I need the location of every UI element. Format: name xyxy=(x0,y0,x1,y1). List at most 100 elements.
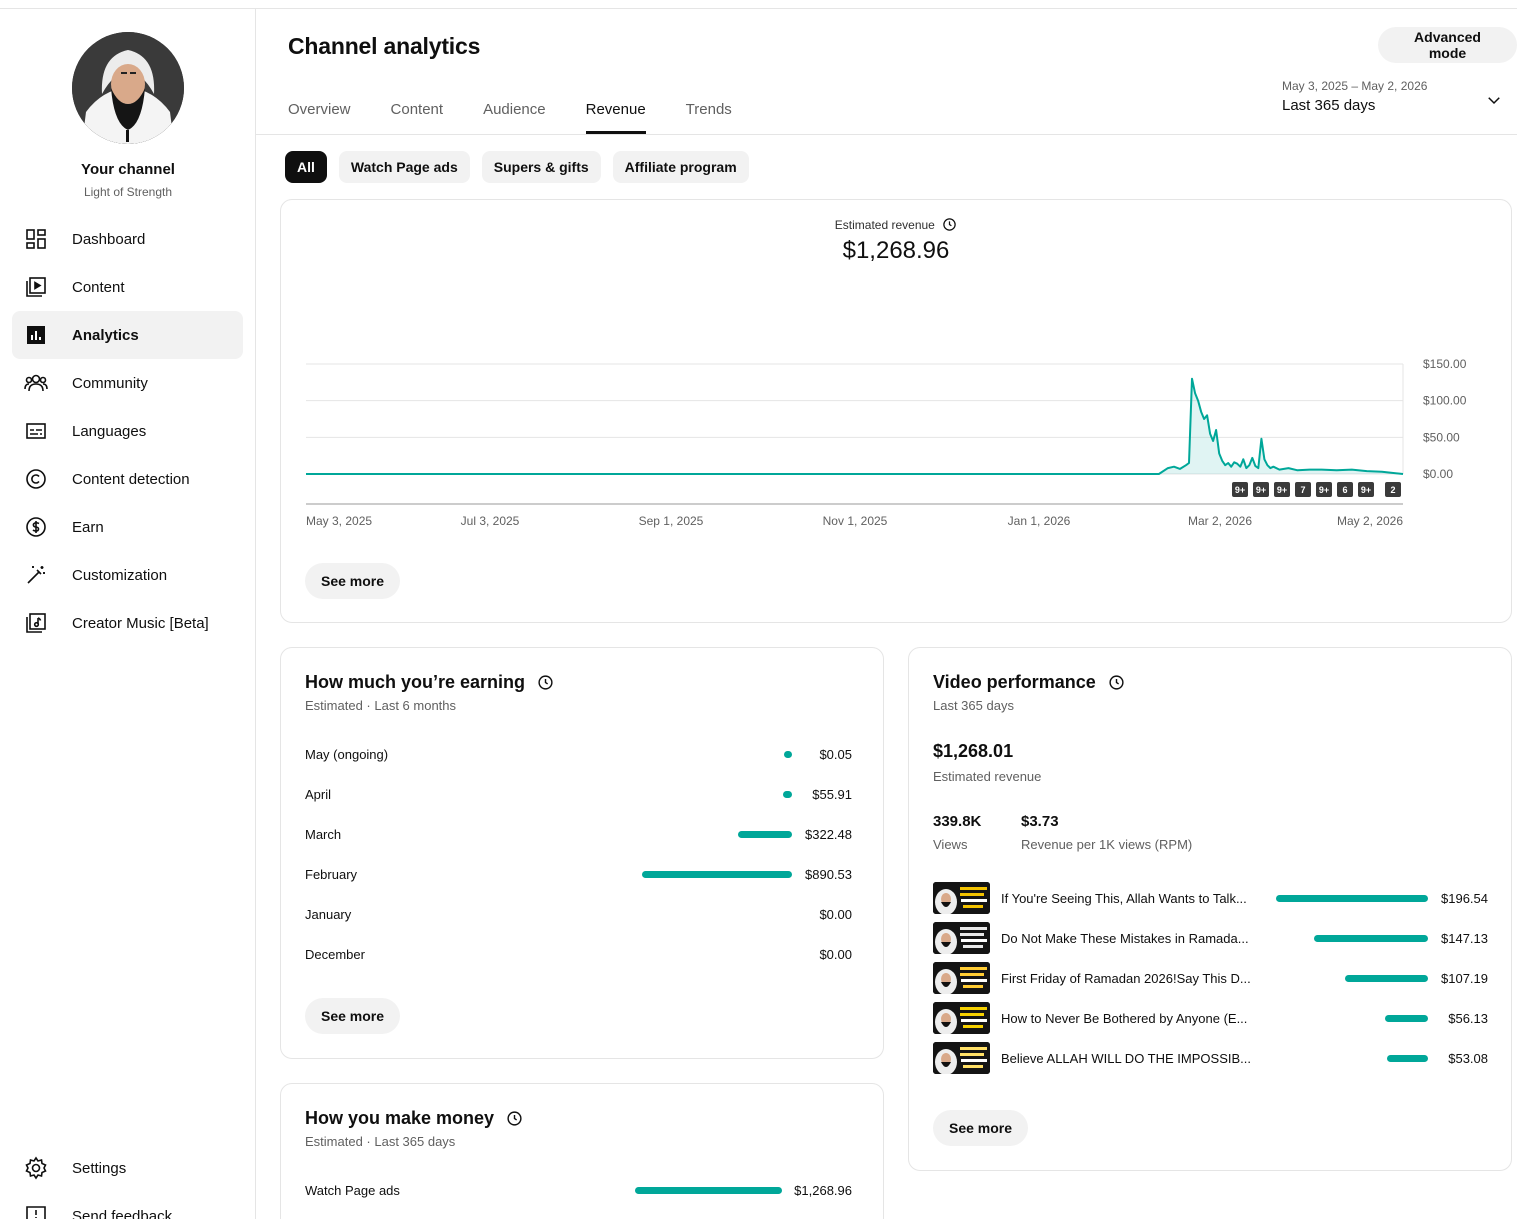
published-video-badge[interactable]: 9+ xyxy=(1232,482,1248,497)
chip-watch-page-ads[interactable]: Watch Page ads xyxy=(338,151,470,183)
video-revenue-bar xyxy=(1276,895,1428,902)
earning-row: December $0.00 xyxy=(305,944,852,964)
make-money-title-text: How you make money xyxy=(305,1108,495,1128)
sidebar-item-content-detection[interactable]: Content detection xyxy=(12,455,243,503)
dollar-icon xyxy=(12,515,60,539)
earning-row-label: February xyxy=(305,867,358,882)
tab-revenue[interactable]: Revenue xyxy=(585,92,646,134)
video-thumbnail[interactable] xyxy=(933,882,990,914)
chip-all[interactable]: All xyxy=(285,151,327,183)
sidebar-item-content[interactable]: Content xyxy=(12,263,243,311)
see-more-button[interactable]: See more xyxy=(305,563,401,599)
y-tick-label: $150.00 xyxy=(1423,357,1467,371)
video-thumbnail[interactable] xyxy=(933,1042,990,1074)
tab-trends[interactable]: Trends xyxy=(686,92,732,134)
sidebar-item-customization[interactable]: Customization xyxy=(12,551,243,599)
page-title: Channel analytics xyxy=(288,33,481,59)
sidebar-item-settings[interactable]: Settings xyxy=(12,1144,243,1192)
video-title[interactable]: First Friday of Ramadan 2026!Say This D.… xyxy=(1001,971,1251,986)
video-thumbnail[interactable] xyxy=(933,922,990,954)
music-icon xyxy=(12,611,60,635)
chevron-down-icon xyxy=(1485,91,1503,114)
published-video-badge[interactable]: 9+ xyxy=(1358,482,1374,497)
earning-bar xyxy=(783,791,792,798)
video-title[interactable]: Do Not Make These Mistakes in Ramada... xyxy=(1001,931,1251,946)
earning-bar xyxy=(738,831,792,838)
earning-row-value: $0.05 xyxy=(819,747,852,762)
video-thumbnail[interactable] xyxy=(933,1002,990,1034)
tab-content[interactable]: Content xyxy=(391,92,444,134)
languages-icon xyxy=(12,419,60,443)
published-video-badge[interactable]: 2 xyxy=(1385,482,1401,497)
video-row[interactable]: First Friday of Ramadan 2026!Say This D.… xyxy=(933,962,1488,994)
video-row[interactable]: If You're Seeing This, Allah Wants to Ta… xyxy=(933,882,1488,914)
advanced-mode-button[interactable]: Advanced mode xyxy=(1378,27,1517,63)
chip-affiliate-program[interactable]: Affiliate program xyxy=(612,151,749,183)
chip-supers-gifts[interactable]: Supers & gifts xyxy=(481,151,601,183)
sidebar-item-earn[interactable]: Earn xyxy=(12,503,243,551)
video-row[interactable]: Do Not Make These Mistakes in Ramada... $… xyxy=(933,922,1488,954)
revenue-line-chart[interactable]: $0.00 $50.00 $100.00 $150.00 9+ 9+ 9+ 7 9+ 6 9+ 2 Ma… xyxy=(281,200,1511,540)
earning-row: February $890.53 xyxy=(305,864,852,884)
sidebar-item-label: Content xyxy=(72,278,125,296)
earning-card: How much you’re earning Estimated · Last… xyxy=(280,647,884,1059)
rpm-label: Revenue per 1K views (RPM) xyxy=(1021,837,1193,852)
y-tick-label: $0.00 xyxy=(1423,467,1453,481)
y-tick-label: $100.00 xyxy=(1423,394,1467,408)
sidebar-item-creator-music[interactable]: Creator Music [Beta] xyxy=(12,599,243,647)
revenue-filter-chips: All Watch Page ads Supers & gifts Affili… xyxy=(285,151,761,183)
video-performance-title: Video performance xyxy=(933,672,1125,693)
rpm-value: $3.73 xyxy=(1021,813,1059,830)
sidebar-item-send-feedback[interactable]: Send feedback xyxy=(12,1192,243,1219)
date-range-text: May 3, 2025 – May 2, 2026 xyxy=(1282,79,1428,93)
video-row[interactable]: Believe ALLAH WILL DO THE IMPOSSIB... $53… xyxy=(933,1042,1488,1074)
earning-card-subtitle: Estimated · Last 6 months xyxy=(305,698,457,713)
video-title[interactable]: If You're Seeing This, Allah Wants to Ta… xyxy=(1001,891,1251,906)
sidebar-item-languages[interactable]: Languages xyxy=(12,407,243,455)
see-more-button[interactable]: See more xyxy=(933,1110,1029,1146)
published-video-badge[interactable]: 9+ xyxy=(1274,482,1290,497)
revenue-source-label: Watch Page ads xyxy=(305,1183,400,1198)
sidebar: Your channel Light of Strength Dashboard… xyxy=(0,9,256,1219)
earning-row: March $322.48 xyxy=(305,824,852,844)
sidebar-item-dashboard[interactable]: Dashboard xyxy=(12,215,243,263)
sidebar-item-community[interactable]: Community xyxy=(12,359,243,407)
date-range-picker[interactable]: May 3, 2025 – May 2, 2026 Last 365 days xyxy=(1282,79,1507,121)
sidebar-item-label: Dashboard xyxy=(72,230,146,248)
video-title[interactable]: How to Never Be Bothered by Anyone (E... xyxy=(1001,1011,1251,1026)
tab-overview[interactable]: Overview xyxy=(288,92,351,134)
feedback-icon xyxy=(12,1204,60,1219)
earning-row-value: $322.48 xyxy=(805,827,852,842)
avatar[interactable] xyxy=(72,32,184,144)
svg-text:2: 2 xyxy=(1390,485,1395,495)
channel-title: Your channel xyxy=(81,161,175,178)
published-video-badge[interactable]: 9+ xyxy=(1316,482,1332,497)
earning-row-value: $890.53 xyxy=(805,867,852,882)
make-money-card: How you make money Estimated · Last 365 … xyxy=(280,1083,884,1219)
published-video-badge[interactable]: 7 xyxy=(1295,482,1311,497)
video-thumbnail[interactable] xyxy=(933,962,990,994)
revenue-series-line[interactable] xyxy=(306,377,1404,475)
svg-text:7: 7 xyxy=(1300,485,1305,495)
video-row[interactable]: How to Never Be Bothered by Anyone (E...… xyxy=(933,1002,1488,1034)
earning-title-text: How much you’re earning xyxy=(305,672,526,692)
earning-row: May (ongoing) $0.05 xyxy=(305,744,852,764)
clock-icon xyxy=(537,674,554,691)
tab-audience[interactable]: Audience xyxy=(483,92,546,134)
content-icon xyxy=(12,275,60,299)
gear-icon xyxy=(12,1156,60,1180)
sidebar-item-analytics[interactable]: Analytics xyxy=(12,311,243,359)
revenue-chart-card: Estimated revenue $1,268.96 $0.00 $50.00 $… xyxy=(280,199,1512,623)
video-revenue-bar xyxy=(1387,1055,1428,1062)
video-title[interactable]: Believe ALLAH WILL DO THE IMPOSSIB... xyxy=(1001,1051,1251,1066)
svg-text:9+: 9+ xyxy=(1277,485,1287,495)
svg-text:9+: 9+ xyxy=(1319,485,1329,495)
published-video-badge[interactable]: 6 xyxy=(1337,482,1353,497)
published-video-badge[interactable]: 9+ xyxy=(1253,482,1269,497)
sidebar-item-label: Languages xyxy=(72,422,147,440)
svg-text:9+: 9+ xyxy=(1256,485,1266,495)
see-more-button[interactable]: See more xyxy=(305,998,401,1034)
sidebar-item-label: Community xyxy=(72,374,148,392)
date-period-text: Last 365 days xyxy=(1282,97,1376,114)
earning-bar xyxy=(642,871,792,878)
